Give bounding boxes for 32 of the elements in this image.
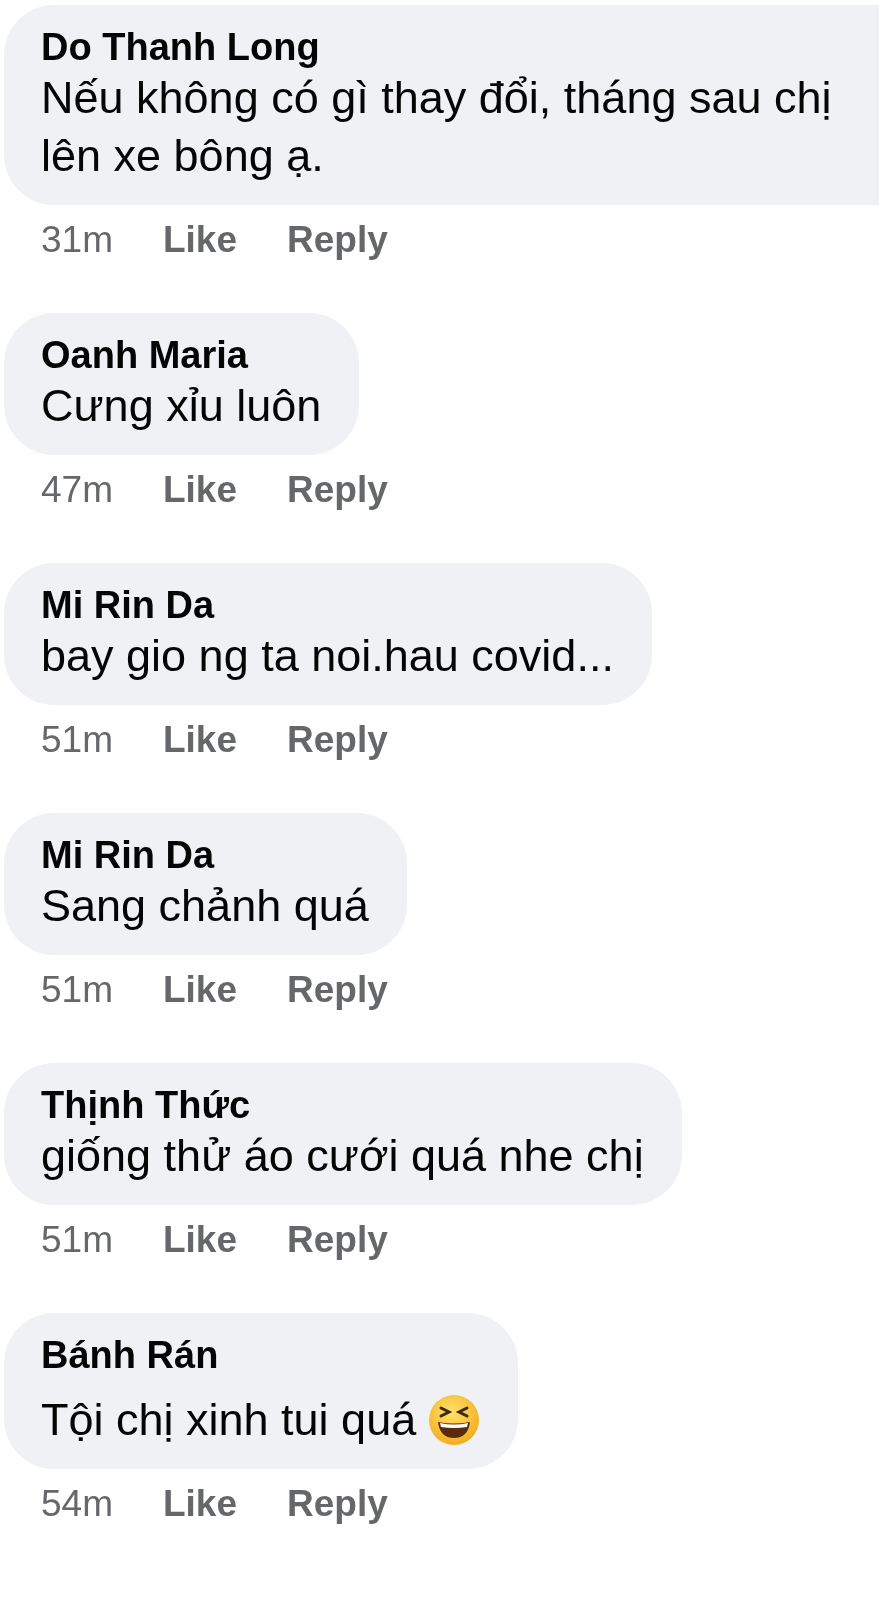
like-button[interactable]: Like (163, 969, 238, 1011)
comment-text: Cưng xỉu luôn (41, 379, 322, 433)
comment-text: Nếu không có gì thay đổi, tháng sau chị (41, 71, 832, 125)
comment-time: 51m (41, 719, 113, 761)
laughing-emoji-icon (428, 1394, 481, 1446)
like-button[interactable]: Like (163, 719, 238, 761)
comment-time: 47m (41, 469, 113, 511)
like-button[interactable]: Like (163, 1219, 238, 1261)
comment-time: 31m (41, 219, 113, 261)
author-name[interactable]: Bánh Rán (41, 1333, 219, 1377)
comment-text: giống thử áo cưới quá nhe chị (41, 1129, 644, 1183)
reply-button[interactable]: Reply (287, 969, 388, 1011)
like-button[interactable]: Like (163, 219, 238, 261)
author-name[interactable]: Do Thanh Long (41, 25, 320, 69)
comment-text: bay gio ng ta noi.hau covid... (41, 629, 614, 683)
like-button[interactable]: Like (163, 1483, 238, 1525)
author-name[interactable]: Mi Rin Da (41, 583, 215, 627)
reply-button[interactable]: Reply (287, 1483, 388, 1525)
like-button[interactable]: Like (163, 469, 238, 511)
comment-text: Tội chị xinh tui quá (41, 1393, 417, 1447)
comment-text: Sang chảnh quá (41, 879, 369, 933)
comment-time: 51m (41, 969, 113, 1011)
reply-button[interactable]: Reply (287, 1219, 388, 1261)
reply-button[interactable]: Reply (287, 219, 388, 261)
comment-text: lên xe bông ạ. (41, 129, 324, 183)
comment-time: 54m (41, 1483, 113, 1525)
author-name[interactable]: Mi Rin Da (41, 833, 215, 877)
reply-button[interactable]: Reply (287, 469, 388, 511)
author-name[interactable]: Oanh Maria (41, 333, 248, 377)
comment-time: 51m (41, 1219, 113, 1261)
author-name[interactable]: Thịnh Thức (41, 1083, 251, 1127)
reply-button[interactable]: Reply (287, 719, 388, 761)
